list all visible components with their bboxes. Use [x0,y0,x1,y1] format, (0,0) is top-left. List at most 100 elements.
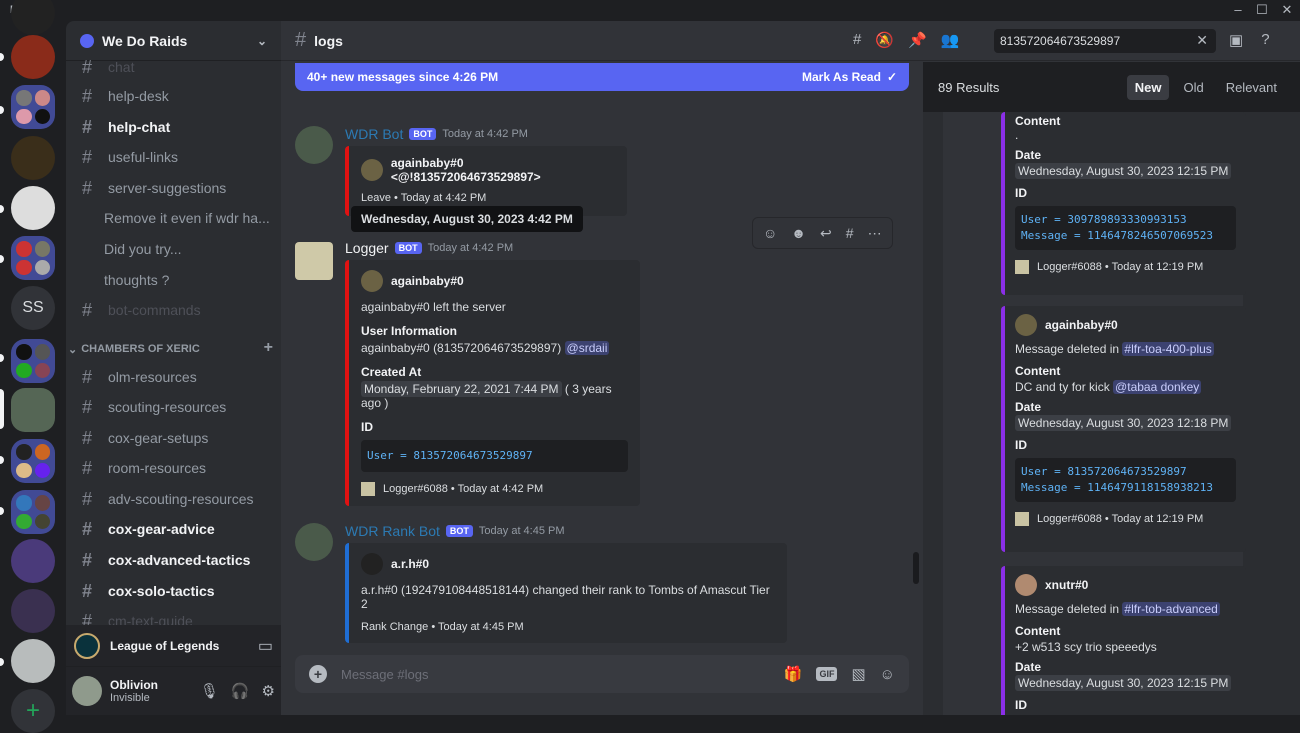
channel-help-desk[interactable]: # help-desk [74,82,274,110]
unread-indicator [0,255,4,263]
search-input[interactable]: 813572064673529897 ✕ [994,29,1216,53]
more-icon[interactable]: ⋯ [868,225,882,242]
clear-search-icon[interactable]: ✕ [1196,32,1208,49]
close-button[interactable]: ✕ [1275,2,1299,18]
screen-share-icon[interactable]: ▭ [258,636,273,656]
channel-cox-advanced-tactics[interactable]: # cox-advanced-tactics [74,546,274,574]
unread-indicator [0,205,4,213]
mark-as-read-button[interactable]: Mark As Read [802,70,881,84]
server-icon-wdr[interactable] [11,388,55,432]
create-thread-icon[interactable]: # [846,225,854,241]
user-avatar[interactable] [72,676,102,706]
server-folder[interactable] [11,439,55,483]
lock-hash-icon: # [82,457,93,478]
add-server-button[interactable]: + [11,689,55,733]
lock-hash-icon: # [82,610,93,626]
attach-plus-icon[interactable]: + [309,665,327,683]
channel-mention[interactable]: #lfr-toa-400-plus [1122,342,1214,356]
avatar[interactable] [295,242,333,280]
gift-icon[interactable]: 🎁 [784,665,803,683]
channel-adv-scouting-resources[interactable]: # adv-scouting-resources [74,485,274,513]
user-mention[interactable]: @tabaa donkey [1113,380,1202,394]
help-icon[interactable]: ? [1261,31,1269,49]
server-icon-helmet[interactable] [11,136,55,180]
channel-cox-gear-advice[interactable]: # cox-gear-advice [74,515,274,543]
channel-scouting-resources[interactable]: # scouting-resources [74,393,274,421]
server-icon-ss[interactable]: SS [11,286,55,330]
server-folder[interactable] [11,490,55,534]
thread-item[interactable]: Remove it even if wdr ha... [74,204,274,232]
mute-bell-icon[interactable]: 🔕 [875,31,894,49]
add-reaction-icon[interactable]: ☺ [763,225,777,241]
tab-new[interactable]: New [1126,74,1170,100]
server-folder[interactable] [11,339,55,383]
server-folder[interactable] [11,85,55,129]
author-name[interactable]: Logger [345,240,389,256]
super-reaction-icon[interactable]: ☻ [791,225,806,241]
tab-old[interactable]: Old [1175,75,1211,100]
server-icon-mountain[interactable] [11,639,55,683]
hash-icon: # [82,59,93,77]
tab-relevant[interactable]: Relevant [1218,75,1285,100]
channel-server-suggestions[interactable]: # server-suggestions [74,174,274,202]
author-name[interactable]: WDR Bot [345,126,403,142]
headphones-icon[interactable]: 🎧 [231,682,250,700]
microphone-icon[interactable]: 🎙 [200,682,219,700]
threads-icon[interactable]: # [853,31,861,49]
result-card[interactable]: xnutr#0 Message deleted in #lfr-tob-adva… [1001,566,1246,715]
channel-room-resources[interactable]: # room-resources [74,454,274,482]
main-area: # logs # 🔕 📌 👥 813572064673529897 ✕ ▣ ? … [281,21,1300,715]
channel-chat[interactable]: # chat [74,59,274,81]
settings-gear-icon[interactable]: ⚙ [262,682,275,700]
server-icon-person[interactable] [11,589,55,633]
channel-cm-text-guide[interactable]: # cm-text-guide [74,607,274,626]
author-name[interactable]: WDR Rank Bot [345,523,440,539]
thread-item[interactable]: Did you try... [74,235,274,263]
channel-cox-gear-setups[interactable]: # cox-gear-setups [74,424,274,452]
code-block: User = 309789893330993153 Message = 11464… [1015,206,1236,250]
add-channel-icon[interactable]: + [264,339,273,357]
mark-read-icon: ✓ [886,70,897,84]
message-input[interactable]: Message #logs [341,667,428,682]
sticker-icon[interactable]: ▧ [851,665,865,683]
new-messages-banner[interactable]: 40+ new messages since 4:26 PM Mark As R… [295,63,909,91]
activity-panel[interactable]: League of Legends ▭ [66,625,281,667]
message-list: 40+ new messages since 4:26 PM Mark As R… [281,62,921,652]
category-header[interactable]: ⌄ CHAMBERS OF XERIC + [68,339,273,357]
avatar[interactable] [295,523,333,561]
channel-cox-solo-tactics[interactable]: # cox-solo-tactics [74,577,274,605]
server-folder[interactable] [11,236,55,280]
channel-useful-links[interactable]: # useful-links [74,143,274,171]
guild-header[interactable]: We Do Raids ⌄ [66,21,281,61]
server-icon-bunny[interactable] [11,186,55,230]
members-icon[interactable]: 👥 [941,31,960,49]
channel-bot-commands[interactable]: # bot-commands [74,296,274,324]
user-mention[interactable]: @srdaii [564,341,610,355]
result-card[interactable]: againbaby#0 Message deleted in #lfr-toa-… [1001,306,1246,552]
unread-indicator [0,354,4,362]
maximize-button[interactable]: ☐ [1250,2,1274,18]
title-bar: Discord – ☐ ✕ [0,0,1300,21]
pin-icon[interactable]: 📌 [908,31,927,49]
message-composer[interactable]: + Message #logs 🎁 GIF ▧ ☺ [295,655,909,693]
lock-hash-icon: # [82,549,93,570]
thread-item[interactable]: thoughts ? [74,266,274,294]
lock-hash-icon: # [82,488,93,509]
gif-button[interactable]: GIF [816,667,838,681]
scrollbar[interactable] [913,552,919,584]
server-icon-art[interactable] [11,539,55,583]
channel-olm-resources[interactable]: # olm-resources [74,363,274,391]
inbox-icon[interactable]: ▣ [1229,31,1243,49]
emoji-icon[interactable]: ☺ [880,666,895,683]
channel-mention[interactable]: #lfr-tob-advanced [1122,602,1220,616]
server-icon-dragon[interactable] [11,35,55,79]
timestamp-tooltip: Wednesday, August 30, 2023 4:42 PM [351,206,583,232]
unread-indicator [0,507,4,515]
minimize-button[interactable]: – [1226,2,1250,17]
reply-icon[interactable]: ↩ [820,225,832,242]
channel-help-chat[interactable]: # help-chat [74,113,274,141]
server-icon[interactable] [11,0,55,35]
result-card[interactable]: Content . Date Wednesday, August 30, 202… [1001,112,1246,295]
message-actions: ☺ ☻ ↩ # ⋯ [752,217,893,249]
avatar[interactable] [295,126,333,164]
